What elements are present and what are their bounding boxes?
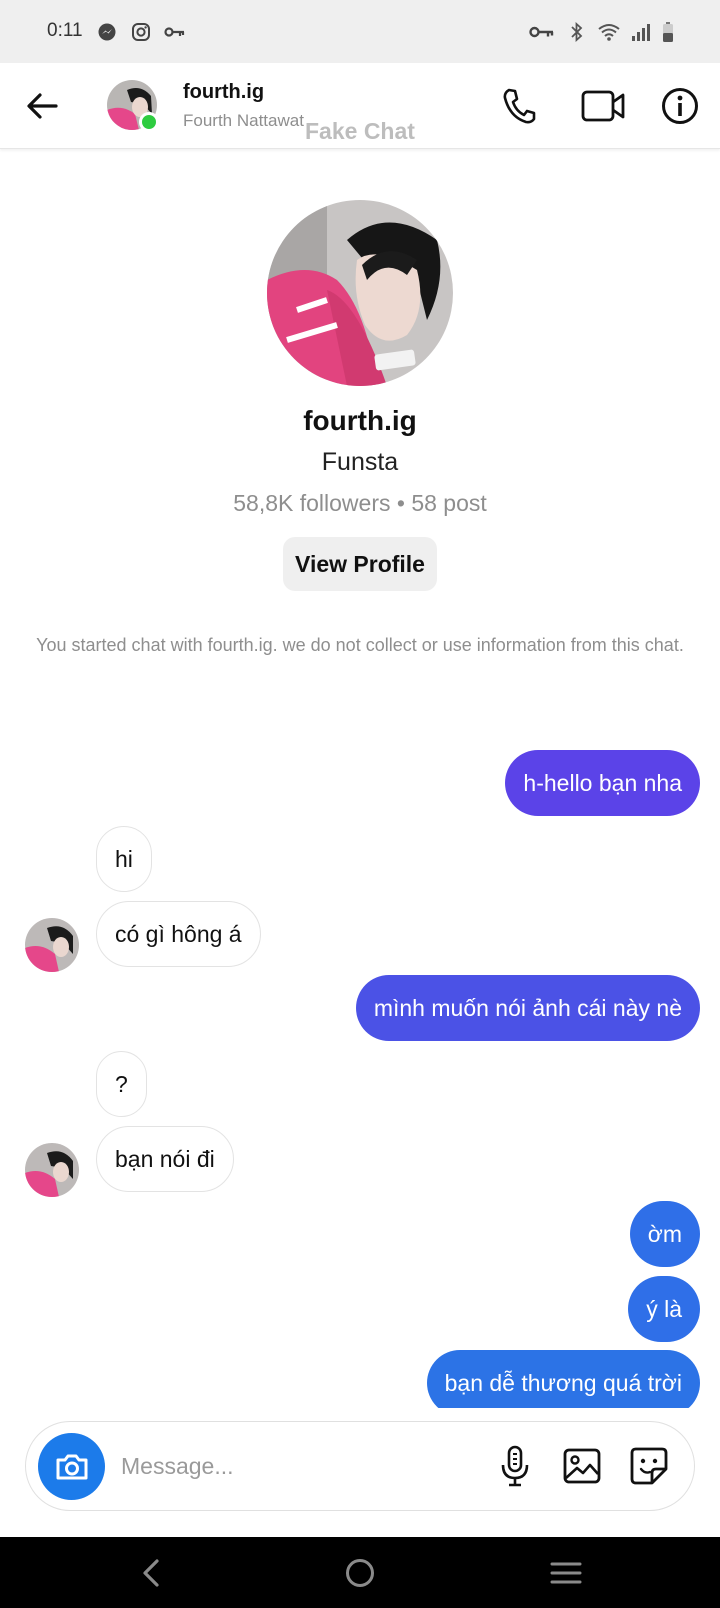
phone-icon <box>503 88 536 124</box>
sticker-button[interactable] <box>627 1444 671 1488</box>
online-status-dot <box>139 112 159 132</box>
profile-username: fourth.ig <box>303 405 417 436</box>
view-profile-button[interactable]: View Profile <box>283 537 437 591</box>
gallery-icon <box>563 1448 601 1484</box>
home-nav-icon <box>346 1559 374 1587</box>
message-bubble-incoming[interactable]: hi <box>96 826 152 892</box>
message-bubble-outgoing[interactable]: h-hello bạn nha <box>505 750 700 816</box>
profile-avatar[interactable] <box>267 200 453 386</box>
key-icon <box>164 21 186 43</box>
camera-icon <box>56 1454 87 1479</box>
info-icon <box>662 88 698 124</box>
nav-home-button[interactable] <box>336 1549 384 1597</box>
info-button[interactable] <box>657 83 703 129</box>
message-bubble-incoming[interactable]: có gì hông á <box>96 901 261 967</box>
message-bubble-incoming[interactable]: bạn nói đi <box>96 1126 234 1192</box>
system-nav-bar <box>0 1537 720 1608</box>
microphone-icon <box>501 1445 529 1487</box>
messenger-icon <box>96 21 118 43</box>
profile-tag: Funsta <box>321 448 399 476</box>
battery-icon <box>662 21 674 43</box>
nav-back-button[interactable] <box>127 1549 175 1597</box>
recents-nav-icon <box>550 1562 582 1584</box>
back-nav-icon <box>143 1559 159 1587</box>
camera-button[interactable] <box>38 1433 105 1500</box>
message-input[interactable] <box>121 1446 461 1486</box>
profile-stats: 58,8K followers • 58 post <box>233 490 487 516</box>
sticker-icon <box>630 1447 668 1485</box>
arrow-left-icon <box>27 93 58 119</box>
chat-notice: You started chat with fourth.ig. we do n… <box>36 635 684 655</box>
sender-avatar[interactable] <box>25 918 79 972</box>
chat-header: fourth.ig Fourth Nattawat Fake Chat <box>0 63 720 149</box>
signal-icon <box>630 21 652 43</box>
message-bubble-outgoing[interactable]: bạn dễ thương quá trời <box>426 1350 700 1408</box>
instagram-icon <box>130 21 152 43</box>
message-bubble-outgoing[interactable]: mình muốn nói ảnh cái này nè <box>355 975 700 1041</box>
back-button[interactable] <box>22 86 62 126</box>
header-fullname: Fourth Nattawat <box>183 111 304 130</box>
gallery-button[interactable] <box>560 1444 604 1488</box>
vpn-key-icon <box>528 21 556 43</box>
status-time: 0:11 <box>47 20 83 41</box>
header-username[interactable]: fourth.ig <box>183 81 264 104</box>
call-button[interactable] <box>496 83 542 129</box>
message-bubble-incoming[interactable]: ? <box>96 1051 147 1117</box>
video-call-button[interactable] <box>578 83 628 129</box>
message-bubble-outgoing[interactable]: ý là <box>628 1276 700 1342</box>
voice-message-button[interactable] <box>493 1444 537 1488</box>
message-composer <box>25 1421 695 1511</box>
fake-chat-watermark: Fake Chat <box>305 118 415 144</box>
bluetooth-icon <box>566 21 588 43</box>
message-clip-area: bạn dễ thương quá trời <box>0 1350 720 1408</box>
status-bar: 0:11 <box>0 0 720 63</box>
video-icon <box>581 90 625 122</box>
nav-recents-button[interactable] <box>542 1549 590 1597</box>
sender-avatar[interactable] <box>25 1143 79 1197</box>
wifi-icon <box>598 21 620 43</box>
message-bubble-outgoing[interactable]: ờm <box>629 1201 700 1267</box>
